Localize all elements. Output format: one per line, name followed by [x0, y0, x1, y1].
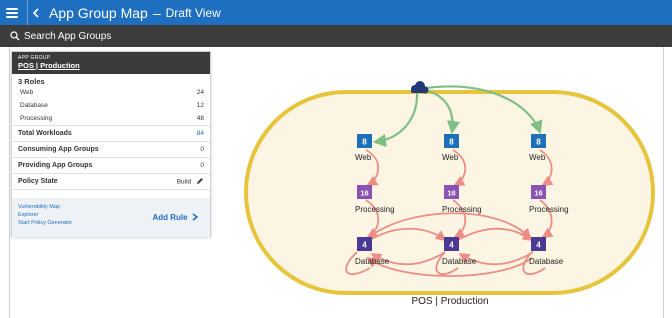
node-label: Processing	[442, 205, 482, 214]
node-count: 4	[536, 241, 541, 250]
add-rule-label: Add Rule	[152, 213, 188, 222]
role-count: 24	[196, 89, 204, 96]
stat-value: 0	[200, 162, 204, 169]
role-row: Web 24	[18, 86, 204, 99]
node-label: Web	[529, 153, 546, 162]
node-count: 4	[449, 241, 454, 250]
node-label: Database	[355, 257, 390, 266]
stat-label: Total Workloads	[18, 130, 72, 137]
roles-heading: 3 Roles	[18, 77, 45, 86]
node-label: Web	[355, 153, 372, 162]
group-caption: POS | Production	[411, 296, 488, 307]
chevron-right-icon	[192, 212, 198, 223]
card-header: APP GROUP POS | Production	[12, 52, 210, 74]
stat-value: Build	[176, 178, 192, 186]
stat-value[interactable]: 84	[197, 130, 204, 137]
role-count: 12	[196, 102, 204, 109]
node-label: Database	[529, 257, 564, 266]
card-group-name[interactable]: POS | Production	[18, 61, 204, 70]
role-name: Web	[20, 89, 34, 96]
node-count: 16	[534, 189, 542, 198]
role-name: Database	[20, 102, 48, 109]
node-count: 8	[536, 138, 541, 147]
edit-pencil-icon[interactable]	[196, 177, 204, 187]
node-label: Web	[442, 153, 459, 162]
node-label: Database	[442, 257, 477, 266]
app-group-card: APP GROUP POS | Production 3 Roles Web 2…	[11, 51, 211, 237]
role-node-web[interactable]: 8 Web	[529, 134, 546, 162]
stat-value: 0	[200, 146, 204, 153]
role-row: Processing 48	[18, 112, 204, 125]
role-name: Processing	[20, 115, 53, 122]
node-count: 4	[362, 241, 367, 250]
node-label: Processing	[529, 205, 569, 214]
policy-state-value: Build	[177, 177, 204, 187]
link-explorer[interactable]: Explorer	[18, 212, 134, 218]
role-row: Database 12	[18, 99, 204, 112]
node-count: 8	[362, 138, 367, 147]
stat-label: Providing App Groups	[18, 162, 93, 169]
link-vulnerability-map[interactable]: Vulnerability Map	[18, 204, 134, 210]
card-footer: Vulnerability Map Explorer Start Policy …	[12, 198, 210, 237]
stat-policy-state: Policy State Build	[12, 174, 210, 190]
stat-consuming-groups: Consuming App Groups 0	[12, 142, 210, 158]
role-node-web[interactable]: 8 Web	[442, 134, 459, 162]
role-node-web[interactable]: 8 Web	[355, 134, 372, 162]
link-start-policy-generator[interactable]: Start Policy Generator	[18, 220, 134, 226]
node-count: 16	[447, 189, 455, 198]
internet-cloud-icon[interactable]	[411, 81, 429, 94]
add-rule-button[interactable]: Add Rule	[140, 198, 210, 237]
node-count: 8	[449, 138, 454, 147]
node-count: 16	[360, 189, 368, 198]
card-links: Vulnerability Map Explorer Start Policy …	[12, 198, 140, 237]
node-label: Processing	[355, 205, 395, 214]
roles-section: 3 Roles Web 24 Database 12 Processing 48	[12, 74, 210, 126]
stat-label: Policy State	[18, 178, 58, 185]
stat-total-workloads: Total Workloads 84	[12, 126, 210, 142]
role-count: 48	[196, 115, 204, 122]
stat-providing-groups: Providing App Groups 0	[12, 158, 210, 174]
stat-label: Consuming App Groups	[18, 146, 99, 153]
